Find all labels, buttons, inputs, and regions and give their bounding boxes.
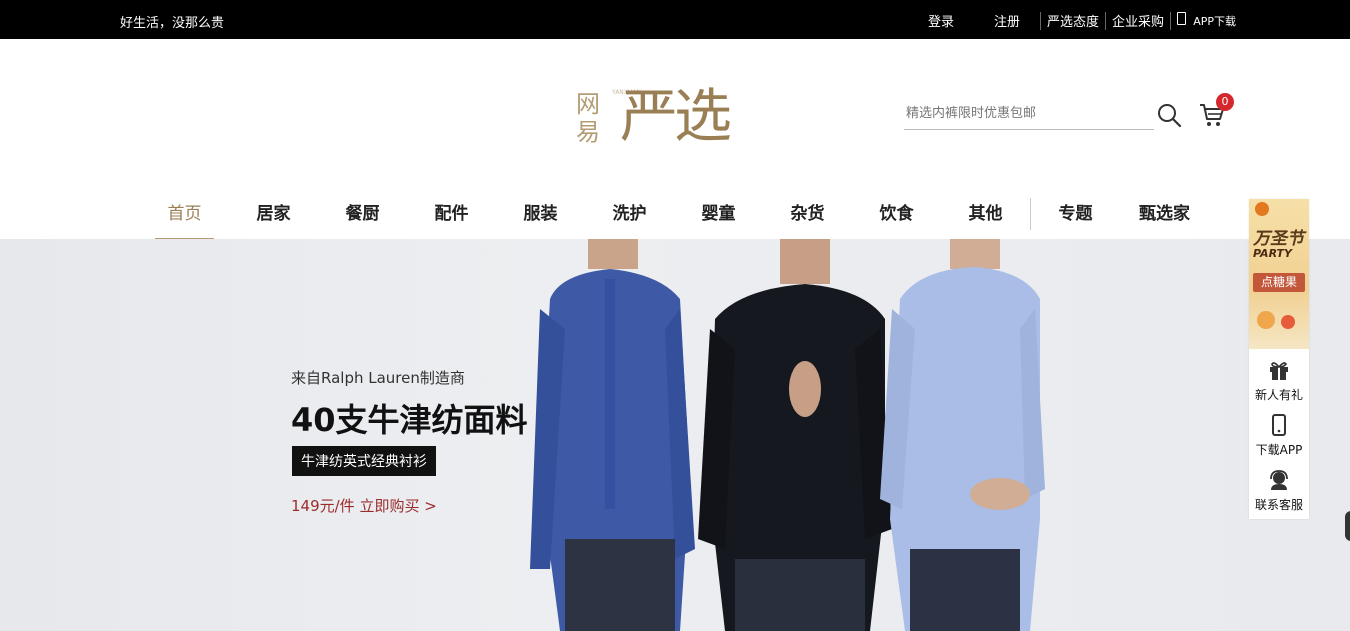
scroll-handle[interactable] [1345, 511, 1350, 541]
nav-item-other[interactable]: 其他 [941, 198, 1030, 238]
download-app-button[interactable]: 下载APP [1249, 404, 1309, 459]
main-nav: 首页 居家 餐厨 配件 服装 洗护 婴童 杂货 饮食 其他 专题 甄选家 [140, 198, 1209, 240]
nav-item-accessories[interactable]: 配件 [407, 198, 496, 238]
login-link[interactable]: 登录 [928, 11, 954, 30]
banner-models-image [530, 239, 1045, 631]
headset-icon [1270, 470, 1288, 490]
register-link[interactable]: 注册 [994, 11, 1020, 30]
banner-buy-link[interactable]: 149元/件 立即购买 > [291, 495, 437, 516]
lollipop-icon [1281, 315, 1295, 329]
search-input[interactable] [904, 100, 1148, 126]
logo-wangyi: 网易 [576, 90, 600, 146]
banner-title: 40支牛津纺面料 [291, 401, 528, 439]
nav-item-food[interactable]: 饮食 [852, 198, 941, 238]
divider [1105, 11, 1107, 30]
nav-item-baby[interactable]: 婴童 [674, 198, 763, 238]
search-icon[interactable] [1156, 102, 1182, 128]
nav-item-home-living[interactable]: 居家 [229, 198, 318, 238]
top-bar: 好生活，没那么贵 登录 注册 严选态度 企业采购 APP下载 [0, 0, 1350, 39]
service-label: 联系客服 [1254, 498, 1303, 512]
logo-pinyin: YANXUAN [612, 89, 641, 96]
promo-candy-button[interactable]: 点糖果 [1253, 273, 1305, 292]
candy-icon [1257, 311, 1275, 329]
app-download-link[interactable]: APP下载 [1177, 12, 1236, 29]
hero-banner[interactable]: 来自Ralph Lauren制造商 40支牛津纺面料 牛津纺英式经典衬衫 149… [0, 239, 1350, 631]
nav-item-care[interactable]: 洗护 [585, 198, 674, 238]
nav-item-kitchen[interactable]: 餐厨 [318, 198, 407, 238]
enterprise-link[interactable]: 企业采购 [1112, 11, 1164, 30]
promo-title: 万圣节 [1253, 229, 1304, 249]
nav-item-home[interactable]: 首页 [140, 198, 229, 240]
phone-icon [1272, 414, 1286, 436]
site-logo[interactable]: 网易 YANXUAN 严选 [576, 82, 761, 156]
nav-item-topics[interactable]: 专题 [1031, 198, 1120, 238]
customer-service-button[interactable]: 联系客服 [1249, 459, 1309, 514]
search-box [904, 100, 1154, 130]
app-download-label: APP下载 [1193, 15, 1236, 28]
promo-sub: PARTY [1253, 247, 1293, 260]
nav-item-sundries[interactable]: 杂货 [763, 198, 852, 238]
phone-icon [1177, 12, 1187, 25]
slogan: 好生活，没那么贵 [120, 16, 225, 31]
side-widget: 万圣节 PARTY 点糖果 新人有礼 下载APP 联系客服 [1249, 199, 1309, 519]
halloween-promo[interactable]: 万圣节 PARTY 点糖果 [1249, 199, 1309, 349]
download-label: 下载APP [1255, 443, 1303, 457]
divider [1040, 11, 1042, 30]
divider [1170, 11, 1172, 30]
gift-icon [1270, 362, 1288, 380]
attitude-link[interactable]: 严选态度 [1047, 11, 1099, 30]
top-links: 登录 注册 严选态度 企业采购 APP下载 [928, 11, 1236, 30]
banner-tag: 牛津纺英式经典衬衫 [292, 446, 436, 476]
banner-subtitle: 来自Ralph Lauren制造商 [291, 369, 465, 387]
pumpkin-icon [1255, 202, 1269, 216]
cart-count-badge: 0 [1216, 93, 1234, 111]
logo-yanxuan: 严选 [620, 82, 732, 150]
new-user-gift-button[interactable]: 新人有礼 [1249, 349, 1309, 404]
nav-item-selectors[interactable]: 甄选家 [1120, 198, 1209, 238]
gift-label: 新人有礼 [1254, 388, 1303, 402]
nav-item-clothing[interactable]: 服装 [496, 198, 585, 238]
